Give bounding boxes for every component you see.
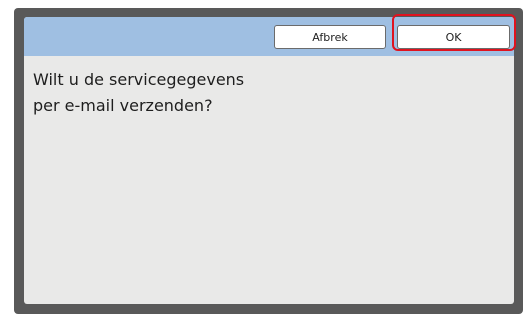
cancel-button[interactable]: Afbrek <box>274 25 386 49</box>
cancel-button-label: Afbrek <box>312 30 348 44</box>
ok-button-highlight <box>392 14 516 51</box>
dialog-message: Wilt u de servicegegevens per e-mail ver… <box>33 70 245 115</box>
confirmation-dialog: Afbrek OK <box>24 17 514 304</box>
